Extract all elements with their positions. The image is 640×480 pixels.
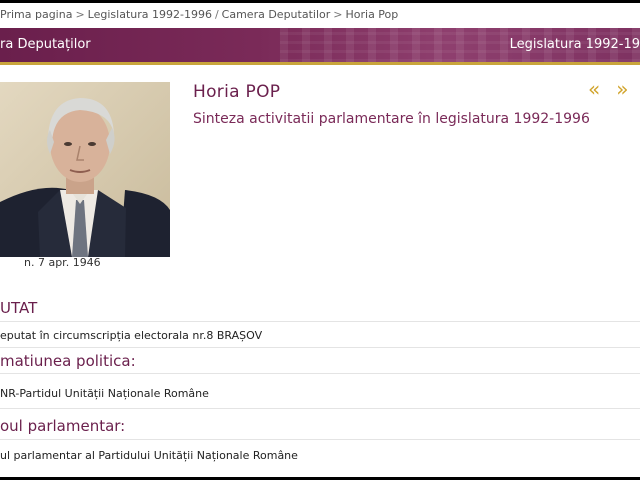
breadcrumb-current: Horia Pop <box>345 8 399 21</box>
breadcrumb-chamber[interactable]: Camera Deputatilor <box>222 8 331 21</box>
divider <box>0 347 640 348</box>
activity-summary-title: Sinteza activitatii parlamentare în legi… <box>193 111 590 127</box>
banner-chamber-title[interactable]: ra Deputaților <box>0 28 91 62</box>
next-arrow-icon[interactable]: » <box>616 77 628 101</box>
section-title-political-party: matiunea politica: <box>0 352 136 370</box>
page: Prima pagina > Legislatura 1992-1996/Camer… <box>0 3 640 477</box>
deputy-photo <box>0 82 170 257</box>
section-title-deputy: UTAT <box>0 299 38 317</box>
breadcrumb-separator: > <box>75 8 85 21</box>
banner-legislature-title[interactable]: Legislatura 1992-19 <box>510 28 640 62</box>
profile-navigation: «» <box>588 77 640 101</box>
breadcrumb-home[interactable]: Prima pagina <box>0 8 72 21</box>
breadcrumb-separator: / <box>214 8 219 21</box>
deputy-name: Horia POP <box>193 82 281 102</box>
divider <box>0 373 640 374</box>
portrait-image <box>0 82 170 257</box>
section-title-parliamentary-group: oul parlamentar: <box>0 417 126 435</box>
parliamentary-group-link[interactable]: ul parlamentar al Partidului Unității Na… <box>0 449 298 462</box>
divider <box>0 408 640 409</box>
political-party-link[interactable]: NR-Partidul Unității Naționale Române <box>0 387 209 400</box>
breadcrumb-legislature[interactable]: Legislatura 1992-1996 <box>88 8 212 21</box>
constituency-text: eputat în circumscripția electorala nr.8… <box>0 329 263 342</box>
header-banner: ra Deputaților Legislatura 1992-19 <box>0 28 640 65</box>
birth-date: n. 7 apr. 1946 <box>24 256 101 269</box>
divider <box>0 439 640 440</box>
breadcrumb-separator: > <box>333 8 343 21</box>
previous-arrow-icon[interactable]: « <box>588 77 600 101</box>
divider <box>0 321 640 322</box>
breadcrumb: Prima pagina > Legislatura 1992-1996/Camer… <box>0 3 640 27</box>
